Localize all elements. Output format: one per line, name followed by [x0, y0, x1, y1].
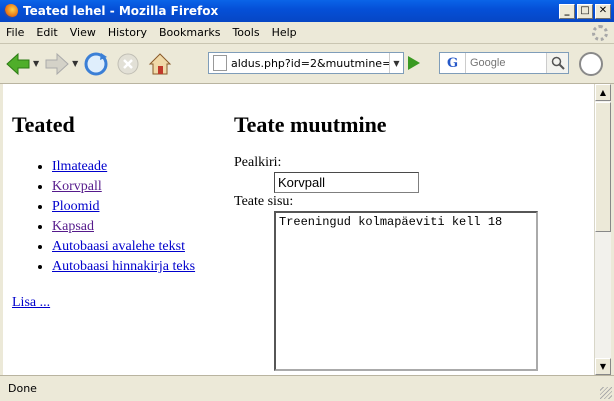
list-item: Ploomid	[52, 197, 232, 217]
status-text: Done	[8, 382, 37, 395]
message-link-ilmateade[interactable]: Ilmateade	[52, 159, 107, 174]
forward-arrow-icon	[45, 52, 69, 75]
scroll-thumb[interactable]	[595, 102, 611, 232]
message-link-autobaasi-hinnakirja[interactable]: Autobaasi hinnakirja teks	[52, 259, 195, 274]
stop-icon	[117, 53, 139, 74]
body-label: Teate sisu:	[234, 194, 294, 209]
window-controls: _ □ ✕	[559, 3, 611, 19]
reload-button[interactable]	[82, 50, 110, 78]
firefox-icon	[4, 4, 18, 18]
search-engine-google-icon[interactable]: G	[440, 53, 466, 73]
menu-file[interactable]: File	[0, 26, 30, 39]
menu-bookmarks[interactable]: Bookmarks	[153, 26, 226, 39]
page-favicon-icon	[213, 55, 227, 71]
home-icon	[149, 52, 172, 74]
back-button[interactable]	[4, 50, 32, 78]
list-item: Korvpall	[52, 177, 232, 197]
menu-bar: File Edit View History Bookmarks Tools H…	[0, 22, 614, 44]
maximize-button[interactable]: □	[577, 3, 593, 19]
window-title: Teated lehel - Mozilla Firefox	[23, 4, 219, 18]
minimize-button[interactable]: _	[559, 3, 575, 19]
magnifier-icon	[551, 56, 565, 70]
message-link-autobaasi-avalehe[interactable]: Autobaasi avalehe tekst	[52, 239, 185, 254]
reload-icon	[84, 52, 108, 75]
status-bar: Done	[0, 375, 614, 401]
title-field[interactable]	[274, 172, 419, 193]
list-item: Kapsad	[52, 217, 232, 237]
add-message-link[interactable]: Lisa ...	[12, 295, 232, 311]
clock-icon[interactable]	[579, 52, 603, 76]
go-button[interactable]	[408, 56, 420, 70]
window-titlebar: Teated lehel - Mozilla Firefox _ □ ✕	[0, 0, 614, 22]
scroll-down-button[interactable]: ▼	[595, 358, 611, 375]
list-item: Ilmateade	[52, 157, 232, 177]
navigation-toolbar: ▼ ▼ aldus.php?id=2&muutmine=jah ▼ G	[0, 44, 614, 84]
menu-tools[interactable]: Tools	[226, 26, 265, 39]
message-link-korvpall[interactable]: Korvpall	[52, 179, 102, 194]
throbber-icon	[592, 25, 608, 41]
messages-heading: Teated	[12, 112, 75, 137]
message-link-kapsad[interactable]: Kapsad	[52, 219, 94, 234]
page-content: Teated Ilmateade Korvpall Ploomid Kapsad…	[3, 84, 594, 375]
messages-list: Ilmateade Korvpall Ploomid Kapsad Autoba…	[12, 157, 232, 277]
menu-edit[interactable]: Edit	[30, 26, 63, 39]
list-item: Autobaasi avalehe tekst	[52, 237, 232, 257]
messages-column: Teated Ilmateade Korvpall Ploomid Kapsad…	[12, 84, 232, 311]
search-bar[interactable]: G	[439, 52, 569, 74]
back-history-dropdown-icon[interactable]: ▼	[33, 59, 39, 68]
url-history-dropdown-icon[interactable]: ▼	[389, 53, 403, 73]
vertical-scrollbar[interactable]: ▲ ▼	[594, 84, 611, 375]
edit-heading: Teate muutmine	[234, 112, 387, 137]
resize-grip-icon[interactable]	[600, 387, 612, 399]
back-arrow-icon	[6, 52, 30, 75]
body-textarea[interactable]: Treeningud kolmapäeviti kell 18	[274, 211, 538, 371]
forward-history-dropdown-icon[interactable]: ▼	[72, 59, 78, 68]
scroll-up-button[interactable]: ▲	[595, 84, 611, 101]
menu-help[interactable]: Help	[266, 26, 303, 39]
menu-history[interactable]: History	[102, 26, 153, 39]
stop-button[interactable]	[114, 50, 142, 78]
url-input[interactable]: aldus.php?id=2&muutmine=jah	[231, 57, 389, 70]
menu-view[interactable]: View	[64, 26, 102, 39]
forward-button[interactable]	[43, 50, 71, 78]
list-item: Autobaasi hinnakirja teks	[52, 257, 232, 277]
search-input[interactable]	[466, 56, 546, 70]
message-link-ploomid[interactable]: Ploomid	[52, 199, 99, 214]
title-label: Pealkiri:	[234, 155, 282, 170]
close-button[interactable]: ✕	[595, 3, 611, 19]
edit-form: Teate muutmine Pealkiri: Teate sisu: Tre…	[234, 84, 594, 374]
search-button[interactable]	[546, 53, 568, 73]
url-bar[interactable]: aldus.php?id=2&muutmine=jah ▼	[208, 52, 404, 74]
home-button[interactable]	[146, 50, 174, 78]
